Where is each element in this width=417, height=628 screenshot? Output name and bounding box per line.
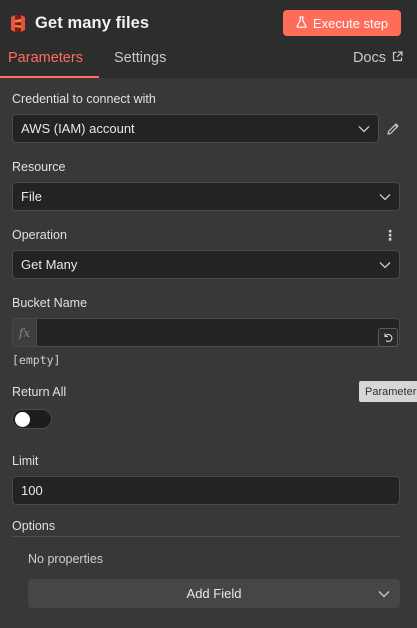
resource-label-text: Resource <box>12 160 66 174</box>
parameters-panel: Credential to connect with AWS (IAM) acc… <box>0 78 417 628</box>
return-all-label: Return All <box>12 384 400 400</box>
docs-label: Docs <box>352 49 386 66</box>
operation-label-text: Operation <box>12 228 67 242</box>
expression-fx-icon[interactable]: fx <box>13 319 37 346</box>
pencil-icon[interactable] <box>386 122 400 136</box>
resource-value: File <box>21 189 42 204</box>
no-properties-text: No properties <box>28 552 104 566</box>
return-all-toggle[interactable] <box>12 409 52 429</box>
reset-icon[interactable] <box>378 328 398 347</box>
operation-select[interactable]: Get Many <box>12 250 400 279</box>
options-label: Options <box>12 518 400 534</box>
credential-label: Credential to connect with <box>12 91 400 107</box>
bucket-name-input[interactable]: fx <box>12 318 400 347</box>
execute-step-button[interactable]: Execute step <box>283 10 401 36</box>
bucket-name-label: Bucket Name <box>12 295 400 311</box>
tab-bar: Parameters Settings Docs <box>0 46 417 78</box>
execute-step-label: Execute step <box>312 15 389 31</box>
credential-value: AWS (IAM) account <box>21 121 135 136</box>
aws-s3-icon <box>10 13 26 33</box>
chevron-down-icon <box>358 123 370 135</box>
toggle-knob <box>15 412 30 427</box>
options-divider <box>12 536 400 537</box>
operation-label: Operation ⋮ <box>12 227 400 243</box>
tab-settings-label: Settings <box>113 49 167 66</box>
vertical-dots-icon[interactable]: ⋮ <box>383 228 400 242</box>
limit-label: Limit <box>12 453 400 469</box>
operation-value: Get Many <box>21 257 78 272</box>
resource-label: Resource <box>12 159 400 175</box>
chevron-down-icon <box>379 259 391 271</box>
chevron-down-icon <box>378 588 390 600</box>
return-all-label-text: Return All <box>12 385 67 399</box>
chevron-down-icon <box>379 191 391 203</box>
tab-parameters[interactable]: Parameters <box>0 46 99 78</box>
node-title: Get many files <box>35 13 150 32</box>
limit-value: 100 <box>21 483 43 498</box>
credential-label-text: Credential to connect with <box>12 92 156 106</box>
tab-settings[interactable]: Settings <box>114 46 166 78</box>
docs-link[interactable]: Docs <box>353 46 417 78</box>
flask-icon <box>296 15 307 31</box>
parameter-tooltip: Parameter <box>359 381 417 402</box>
node-header: Get many files Execute step <box>0 0 417 46</box>
options-label-text: Options <box>12 519 56 533</box>
limit-label-text: Limit <box>12 454 39 468</box>
bucket-name-label-text: Bucket Name <box>12 296 88 310</box>
tab-parameters-label: Parameters <box>8 49 83 66</box>
add-field-label: Add Field <box>186 586 242 601</box>
bucket-name-hint: [empty] <box>12 353 61 367</box>
resource-select[interactable]: File <box>12 182 400 211</box>
add-field-button[interactable]: Add Field <box>28 579 400 608</box>
credential-select[interactable]: AWS (IAM) account <box>12 114 379 143</box>
external-link-icon <box>392 50 403 66</box>
limit-input[interactable]: 100 <box>12 476 400 505</box>
